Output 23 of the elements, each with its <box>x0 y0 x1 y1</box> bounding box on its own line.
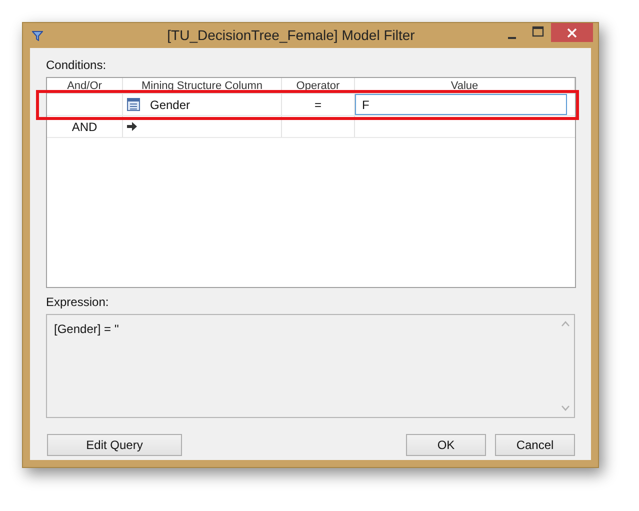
conditions-label: Conditions: <box>46 57 108 74</box>
grid-row[interactable]: Gender = F <box>47 94 575 116</box>
value-field[interactable]: F <box>355 94 567 115</box>
column-header[interactable]: Operator <box>282 78 355 93</box>
edit-query-button[interactable]: Edit Query <box>47 434 182 456</box>
column-header[interactable]: Value <box>355 78 575 93</box>
cancel-button[interactable]: Cancel <box>495 434 575 456</box>
ok-button[interactable]: OK <box>406 434 486 456</box>
close-icon <box>567 28 577 38</box>
column-icon <box>127 98 140 111</box>
filter-icon <box>32 30 43 40</box>
arrow-icon <box>127 122 137 131</box>
window-title: [TU_DecisionTree_Female] Model Filter <box>166 26 416 45</box>
expression-box[interactable]: [Gender] = '' <box>46 314 575 418</box>
expression-label: Expression: <box>46 294 110 311</box>
close-button[interactable] <box>551 23 593 42</box>
column-header[interactable]: And/Or <box>47 78 123 93</box>
grid-row[interactable]: AND <box>47 116 575 138</box>
column-cell-text: Gender <box>150 96 190 114</box>
operator-cell-text: = <box>314 96 322 114</box>
and-or-cell-text: AND <box>72 118 98 136</box>
expression-text: [Gender] = '' <box>53 321 120 338</box>
column-header[interactable]: Mining Structure Column <box>123 78 282 93</box>
